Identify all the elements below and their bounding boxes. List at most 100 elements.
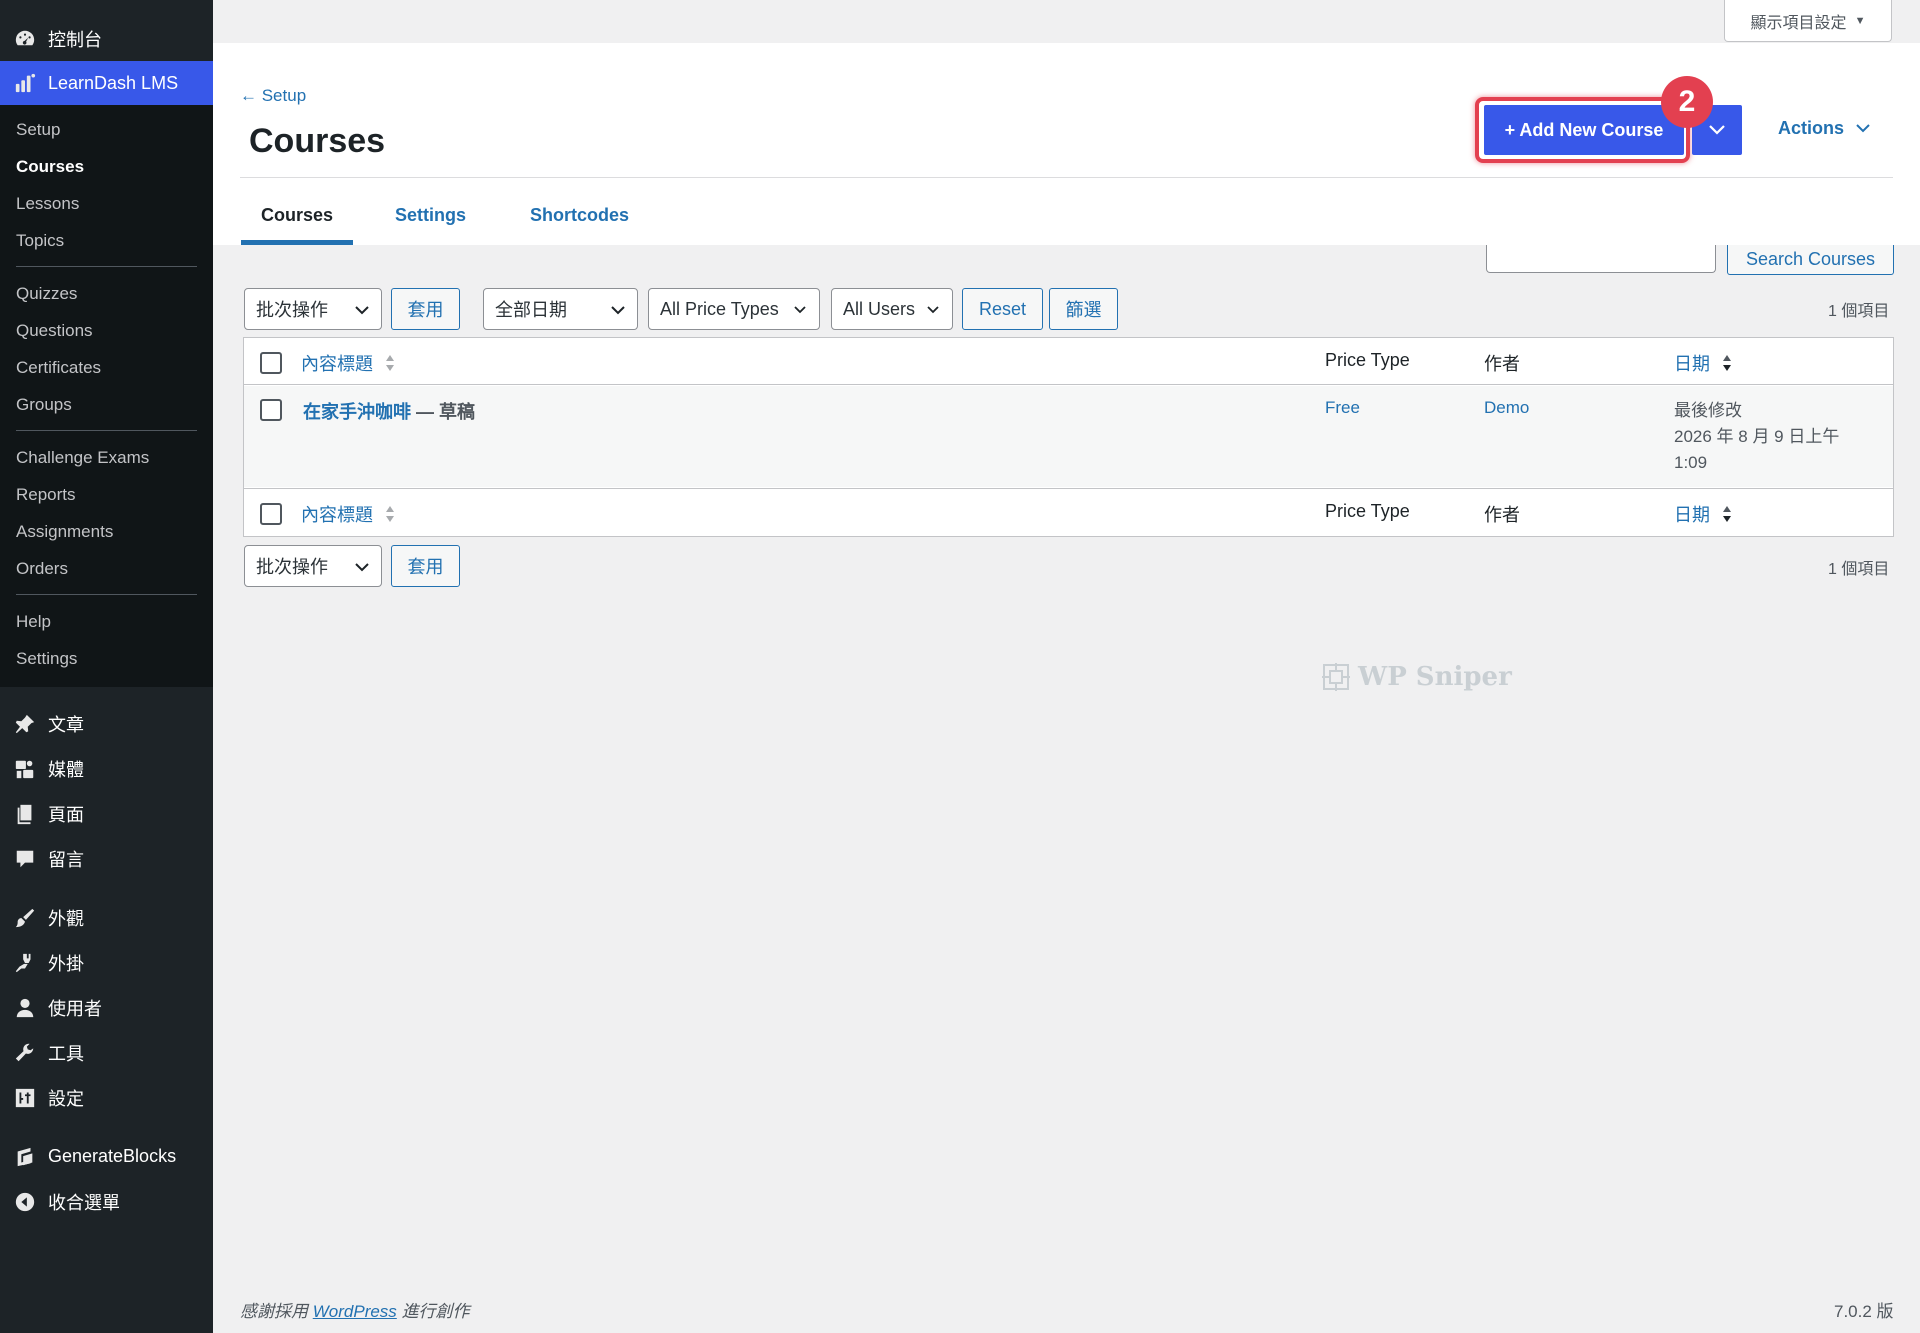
menu-appearance[interactable]: 外觀	[0, 895, 213, 940]
select-all-checkbox[interactable]	[260, 352, 282, 374]
submenu-questions[interactable]: Questions	[0, 312, 213, 349]
apply-button-top[interactable]: 套用	[391, 288, 460, 330]
admin-sidebar: 控制台 LearnDash LMS Setup Courses Lessons …	[0, 0, 213, 1333]
sort-desc-icon	[1723, 506, 1732, 522]
search-courses-input[interactable]	[1486, 245, 1716, 273]
column-title-label: 內容標題	[301, 505, 373, 525]
menu-posts[interactable]: 文章	[0, 701, 213, 746]
generateblocks-icon	[13, 1145, 37, 1169]
user-filter-select[interactable]: All Users	[831, 288, 953, 330]
search-courses-button[interactable]: Search Courses	[1727, 245, 1894, 275]
submenu-quizzes[interactable]: Quizzes	[0, 275, 213, 312]
submenu-orders[interactable]: Orders	[0, 550, 213, 587]
column-date-header[interactable]: 日期	[1674, 350, 1732, 376]
watermark: WP Sniper	[1322, 662, 1512, 692]
column-date-footer[interactable]: 日期	[1674, 501, 1732, 527]
menu-media[interactable]: 媒體	[0, 746, 213, 791]
chevron-down-icon	[355, 306, 369, 315]
submenu-separator	[16, 430, 197, 431]
page-title: Courses	[249, 122, 386, 160]
wrench-icon	[13, 1041, 37, 1065]
submenu-lessons[interactable]: Lessons	[0, 185, 213, 222]
menu-comments-label: 留言	[48, 849, 84, 870]
menu-tools-label: 工具	[48, 1043, 84, 1064]
menu-learndash-label: LearnDash LMS	[48, 72, 179, 93]
actions-dropdown[interactable]: Actions	[1778, 118, 1870, 139]
submenu-topics[interactable]: Topics	[0, 222, 213, 259]
back-to-setup-link[interactable]: ← Setup	[240, 86, 306, 106]
date-filter-select[interactable]: 全部日期	[483, 288, 638, 330]
header-divider	[240, 177, 1893, 178]
dashboard-icon	[13, 27, 37, 51]
tab-courses[interactable]: Courses	[261, 205, 333, 226]
courses-table: 內容標題 Price Type 作者 日期 在家手沖咖啡 — 草稿 Free D…	[243, 337, 1894, 537]
items-count-top: 1 個項目	[1828, 303, 1890, 320]
pin-icon	[13, 712, 37, 736]
chevron-down-icon	[794, 306, 806, 314]
submenu-settings[interactable]: Settings	[0, 640, 213, 677]
bulk-action-select-bottom[interactable]: 批次操作	[244, 545, 382, 587]
submenu-separator	[16, 594, 197, 595]
menu-settings[interactable]: 設定	[0, 1075, 213, 1120]
column-title-footer[interactable]: 內容標題	[301, 501, 395, 527]
menu-plugins-label: 外掛	[48, 953, 84, 974]
screen-options-label: 顯示項目設定	[1750, 14, 1847, 32]
submenu-challenge-exams[interactable]: Challenge Exams	[0, 439, 213, 476]
chevron-down-icon	[1856, 124, 1870, 133]
menu-generateblocks[interactable]: GenerateBlocks	[0, 1134, 213, 1179]
submenu-groups[interactable]: Groups	[0, 386, 213, 423]
watermark-text: WP Sniper	[1358, 662, 1512, 692]
column-author-header: 作者	[1484, 354, 1520, 374]
menu-dashboard[interactable]: 控制台	[0, 16, 213, 61]
table-footer-row: 內容標題 Price Type 作者 日期	[244, 488, 1893, 537]
user-filter-value: All Users	[843, 298, 916, 319]
bulk-action-select-top[interactable]: 批次操作	[244, 288, 382, 330]
column-title-label: 內容標題	[301, 354, 373, 374]
filter-button[interactable]: 篩選	[1049, 288, 1118, 330]
comments-icon	[13, 847, 37, 871]
menu-collapse-label: 收合選單	[48, 1192, 120, 1213]
screen-options-button[interactable]: 顯示項目設定 ▼	[1724, 0, 1892, 42]
active-tab-indicator	[241, 240, 353, 245]
menu-learndash[interactable]: LearnDash LMS	[0, 61, 213, 105]
footer-thanks-prefix: 感謝採用	[240, 1302, 313, 1321]
wordpress-link[interactable]: WordPress	[313, 1302, 397, 1321]
submenu-assignments[interactable]: Assignments	[0, 513, 213, 550]
tab-shortcodes[interactable]: Shortcodes	[530, 205, 629, 226]
tab-settings[interactable]: Settings	[395, 205, 466, 226]
column-author-footer: 作者	[1484, 505, 1520, 525]
select-all-checkbox-bottom[interactable]	[260, 503, 282, 525]
submenu-certificates[interactable]: Certificates	[0, 349, 213, 386]
chevron-down-icon	[611, 306, 625, 315]
settings-sliders-icon	[13, 1086, 37, 1110]
submenu-courses[interactable]: Courses	[0, 148, 213, 185]
date-value: 2026 年 8 月 9 日上午	[1674, 427, 1840, 446]
row-checkbox[interactable]	[260, 399, 282, 421]
add-new-course-button[interactable]: + Add New Course	[1484, 105, 1684, 155]
menu-users[interactable]: 使用者	[0, 985, 213, 1030]
submenu-reports[interactable]: Reports	[0, 476, 213, 513]
row-price-type[interactable]: Free	[1325, 398, 1360, 418]
course-title-link[interactable]: 在家手沖咖啡	[303, 402, 411, 422]
column-date-label: 日期	[1674, 505, 1710, 525]
footer-thanks-suffix: 進行創作	[396, 1302, 470, 1321]
menu-tools[interactable]: 工具	[0, 1030, 213, 1075]
menu-plugins[interactable]: 外掛	[0, 940, 213, 985]
submenu-help[interactable]: Help	[0, 603, 213, 640]
apply-button-bottom[interactable]: 套用	[391, 545, 460, 587]
menu-dashboard-label: 控制台	[48, 29, 102, 50]
pages-icon	[13, 802, 37, 826]
menu-collapse[interactable]: 收合選單	[0, 1179, 213, 1224]
column-title-header[interactable]: 內容標題	[301, 350, 395, 376]
menu-comments[interactable]: 留言	[0, 836, 213, 881]
chevron-down-icon	[927, 306, 939, 314]
reset-button[interactable]: Reset	[962, 288, 1043, 330]
price-type-filter-select[interactable]: All Price Types	[648, 288, 820, 330]
post-state: — 草稿	[411, 402, 476, 422]
caret-down-icon: ▼	[1854, 14, 1866, 27]
plugin-icon	[13, 951, 37, 975]
submenu-setup[interactable]: Setup	[0, 111, 213, 148]
row-author[interactable]: Demo	[1484, 398, 1529, 418]
footer-thanks: 感謝採用 WordPress 進行創作	[240, 1297, 470, 1322]
menu-pages[interactable]: 頁面	[0, 791, 213, 836]
